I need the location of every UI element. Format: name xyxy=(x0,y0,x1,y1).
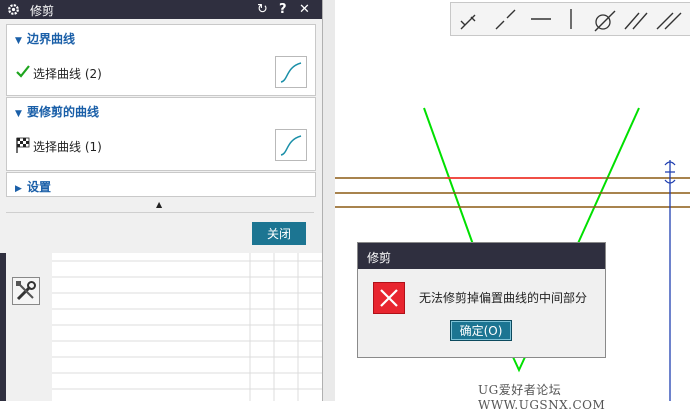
error-x-icon xyxy=(373,282,405,314)
close-icon[interactable]: ✕ xyxy=(299,1,310,18)
snap-arrow-icon[interactable] xyxy=(460,14,476,30)
dialog-title: 修剪 xyxy=(30,4,55,18)
snap-dashed-line-icon[interactable] xyxy=(495,9,516,30)
gear-icon xyxy=(8,4,19,15)
tangent-circle-icon[interactable] xyxy=(594,10,616,32)
checkered-flag-icon xyxy=(16,137,30,153)
check-icon xyxy=(16,65,30,78)
settings-header[interactable]: ▶ 设置 xyxy=(15,178,51,195)
settings-section[interactable]: ▶ 设置 xyxy=(6,172,316,197)
boundary-select-curve-label[interactable]: 选择曲线 (2) xyxy=(33,65,102,82)
boundary-curve-section: ▼ 边界曲线 选择曲线 (2) xyxy=(6,24,316,96)
navigator-grid[interactable] xyxy=(52,253,322,401)
error-message: 无法修剪掉偏置曲线的中间部分 xyxy=(419,291,588,305)
green-line-left xyxy=(423,107,476,251)
collapse-more-icon[interactable]: ▲ xyxy=(156,200,162,209)
dialog-title-bar[interactable]: 修剪 ↻ ? ✕ xyxy=(0,0,322,19)
perpendicular-lines-icon[interactable] xyxy=(656,12,682,30)
close-button[interactable]: 关闭 xyxy=(252,222,306,245)
trim-select-curve-label[interactable]: 选择曲线 (1) xyxy=(33,138,102,155)
snap-toolbar xyxy=(450,2,690,36)
tools-button[interactable] xyxy=(12,277,40,305)
trim-curve-button[interactable] xyxy=(275,129,307,161)
curve-icon xyxy=(280,135,302,156)
help-icon[interactable]: ? xyxy=(279,1,287,18)
trim-curve-header[interactable]: ▼ 要修剪的曲线 xyxy=(15,103,99,120)
green-line-right xyxy=(574,107,640,251)
wrench-screwdriver-icon xyxy=(16,281,36,301)
error-dialog-title: 修剪 xyxy=(367,251,392,265)
trim-curve-section: ▼ 要修剪的曲线 选择曲线 (1) xyxy=(6,97,316,171)
error-dialog: 修剪 无法修剪掉偏置曲线的中间部分 确定(O) xyxy=(357,242,606,358)
boundary-curve-header[interactable]: ▼ 边界曲线 xyxy=(15,30,75,47)
tool-column xyxy=(6,253,52,401)
collapse-arrow-icon: ▼ xyxy=(15,36,22,46)
watermark-text: UG爱好者论坛 WWW.UGSNX.COM xyxy=(478,383,606,412)
curve-icon xyxy=(280,62,302,83)
panel-splitter[interactable] xyxy=(322,0,335,401)
reset-icon[interactable]: ↻ xyxy=(257,1,268,18)
dialog-divider xyxy=(6,212,314,213)
trim-dialog: 修剪 ↻ ? ✕ ▼ 边界曲线 选择曲线 (2) ▼ 要修剪的曲线 选择曲线 (… xyxy=(0,0,323,253)
green-line-tip xyxy=(512,356,526,373)
error-dialog-title-bar[interactable]: 修剪 xyxy=(358,243,605,269)
boundary-curve-button[interactable] xyxy=(275,56,307,88)
parallel-lines-icon[interactable] xyxy=(624,12,648,30)
ok-button[interactable]: 确定(O) xyxy=(450,320,512,341)
expand-arrow-icon: ▶ xyxy=(15,184,22,194)
collapse-arrow-icon: ▼ xyxy=(15,109,22,119)
